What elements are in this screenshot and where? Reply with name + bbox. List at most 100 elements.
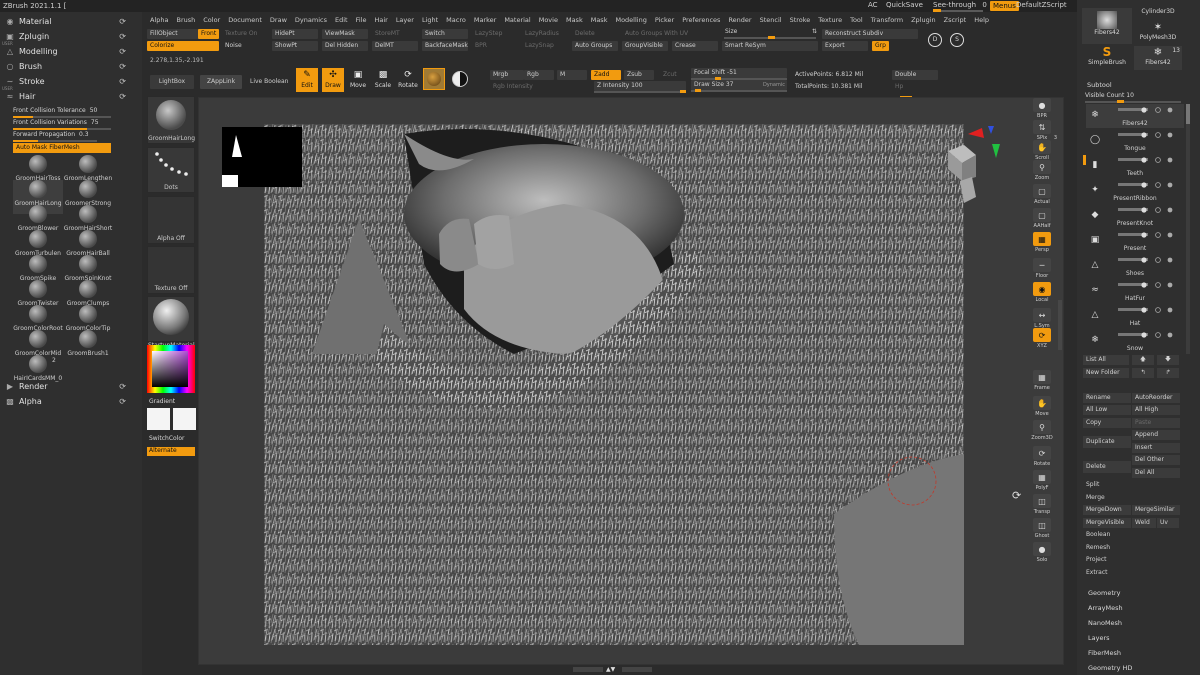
tool-thumb-fibers42[interactable]: Fibers42	[1082, 8, 1132, 44]
see-through-slider[interactable]: See-through 0	[933, 1, 987, 9]
color-ball-button[interactable]	[449, 68, 471, 90]
refresh-icon[interactable]: ⟳	[119, 382, 126, 391]
texture-on-button[interactable]: Texture On	[222, 29, 260, 39]
subtool-toggles[interactable]	[1118, 332, 1178, 338]
draw-size-track[interactable]	[691, 89, 787, 92]
tool-thumb-cylinder3d[interactable]: Cylinder3D	[1134, 8, 1182, 22]
bottom-tray-toggle-icon[interactable]: ▲▼	[606, 666, 620, 673]
menu-dynamics[interactable]: Dynamics	[291, 14, 331, 26]
default-zscript-button[interactable]: DefaultZScript	[1016, 1, 1067, 9]
size-track[interactable]	[724, 36, 816, 39]
menu-stencil[interactable]: Stencil	[756, 14, 786, 26]
refresh-icon[interactable]: ⟳	[119, 92, 126, 101]
menu-document[interactable]: Document	[224, 14, 266, 26]
switch-button[interactable]: Switch	[422, 29, 468, 39]
mergesimilar-button[interactable]: MergeSimilar	[1132, 505, 1180, 515]
hair-param-track[interactable]	[13, 116, 111, 118]
visible-count-slider[interactable]: Visible Count 10	[1085, 92, 1181, 103]
right-shelf-scrollbar[interactable]	[1058, 300, 1062, 350]
subtool-toggles[interactable]	[1118, 257, 1178, 263]
shelf-aahalf-button[interactable]: ▢ AAHalf	[1029, 207, 1055, 233]
delete-button[interactable]: Delete	[1083, 461, 1131, 473]
tool-thumb-polymesh3d[interactable]: ✶ PolyMesh3D	[1134, 22, 1182, 44]
grp-button[interactable]: Grp	[872, 41, 889, 51]
auto-groups-button[interactable]: Auto Groups	[572, 41, 618, 51]
draw-button[interactable]: ✣ Draw	[322, 68, 344, 92]
refresh-icon[interactable]: ⟳	[119, 32, 126, 41]
mergedown-button[interactable]: MergeDown	[1083, 505, 1131, 515]
subtool-tongue[interactable]: ◯ Tongue	[1086, 129, 1184, 153]
rotate-button[interactable]: ⟳ Rotate	[397, 68, 419, 92]
menu-color[interactable]: Color	[199, 14, 224, 26]
rename-button[interactable]: Rename	[1083, 393, 1131, 403]
texture-slot[interactable]: Texture Off	[147, 246, 195, 294]
main-color-swatch[interactable]	[147, 408, 170, 430]
draw-size-slider[interactable]: Draw Size 37 Dynamic	[691, 80, 787, 90]
live-boolean-button[interactable]: Live Boolean	[247, 77, 291, 87]
hair-param-slider-2[interactable]: Front Collision Variations 75	[13, 119, 111, 130]
bpr-transparency-button[interactable]: BPR	[472, 41, 490, 51]
hp-button[interactable]: Hp	[892, 82, 906, 92]
menu-mask-2[interactable]: Mask	[587, 14, 612, 26]
move-button[interactable]: ▣ Move	[347, 68, 369, 92]
sdiv-settings-icon[interactable]: S	[950, 33, 964, 47]
move-down-arrow-icon[interactable]: 🡇	[1157, 355, 1179, 365]
left-tray-hair[interactable]: USER ≈ Hair ⟳	[0, 86, 140, 103]
gradient-label[interactable]: Gradient	[149, 398, 175, 405]
m-button[interactable]: M	[557, 70, 587, 80]
shelf-polyf-button[interactable]: ▦ PolyF	[1029, 469, 1055, 495]
menu-light[interactable]: Light	[418, 14, 442, 26]
menu-hair[interactable]: Hair	[370, 14, 391, 26]
shelf-persp-button[interactable]: ▦ Persp	[1029, 231, 1055, 257]
menu-mask[interactable]: Mask	[562, 14, 587, 26]
hair-param-track[interactable]	[13, 128, 111, 130]
smart-resym-button[interactable]: Smart ReSym	[722, 41, 818, 51]
focal-shift-slider[interactable]: Focal Shift -51	[691, 68, 787, 78]
shelf-frame-button[interactable]: ▦ Frame	[1029, 369, 1055, 395]
menu-edit[interactable]: Edit	[331, 14, 352, 26]
noise-button[interactable]: Noise	[222, 41, 245, 51]
canvas-model-view[interactable]	[264, 124, 964, 645]
brush-groombrush1[interactable]: GroomBrush1	[63, 330, 113, 364]
section-arraymesh[interactable]: ArrayMesh	[1088, 604, 1123, 612]
fillobject-button[interactable]: FillObject	[147, 29, 199, 39]
backfacemask-button[interactable]: BackfaceMask	[422, 41, 468, 51]
z-intensity-slider[interactable]: Z Intensity 100	[594, 81, 686, 91]
subtool-hat[interactable]: △ Hat	[1086, 304, 1184, 328]
subtool-teeth[interactable]: ▮ Teeth	[1086, 154, 1184, 178]
subtool-toggles[interactable]	[1118, 107, 1178, 113]
refresh-icon[interactable]: ⟳	[119, 77, 126, 86]
hair-param-slider-1[interactable]: Front Collision Tolerance 50	[13, 107, 111, 118]
menu-marker[interactable]: Marker	[470, 14, 500, 26]
menu-zplugin[interactable]: Zplugin	[907, 14, 940, 26]
reconstruct-subdiv-button[interactable]: Reconstruct Subdiv	[822, 29, 918, 39]
double-button[interactable]: Double	[892, 70, 938, 80]
crease-button[interactable]: Crease	[672, 41, 718, 51]
menu-preferences[interactable]: Preferences	[678, 14, 724, 26]
material-swatch-button[interactable]	[423, 68, 445, 90]
alpha-slot[interactable]: Alpha Off	[147, 196, 195, 244]
menu-picker[interactable]: Picker	[651, 14, 678, 26]
menus-button[interactable]: Menus	[990, 1, 1019, 11]
reset-rotation-icon[interactable]: ⟳	[1012, 489, 1026, 503]
left-tray-modelling[interactable]: USER △ Modelling ⟳	[0, 41, 140, 58]
shelf-xyz-button[interactable]: ⟳ XYZ	[1029, 327, 1055, 353]
menu-zscript[interactable]: Zscript	[940, 14, 971, 26]
del-other-button[interactable]: Del Other	[1132, 455, 1180, 465]
bottom-scroll-right[interactable]	[622, 667, 652, 672]
showpt-button[interactable]: ShowPt	[272, 41, 318, 51]
left-tray-stroke[interactable]: ∼ Stroke ⟳	[0, 74, 140, 88]
lightbox-button[interactable]: LightBox	[150, 75, 194, 89]
move-top-arrow-icon[interactable]: ↰	[1132, 368, 1154, 378]
see-through-track[interactable]	[933, 9, 983, 12]
dynamic-button[interactable]: Dynamic	[763, 80, 785, 90]
group-visible-button[interactable]: GroupVisible	[622, 41, 668, 51]
menu-render[interactable]: Render	[724, 14, 755, 26]
delmt-button[interactable]: DelMT	[372, 41, 418, 51]
menu-texture[interactable]: Texture	[814, 14, 846, 26]
storemt-button[interactable]: StoreMT	[372, 29, 403, 39]
weld-button[interactable]: Weld	[1132, 518, 1156, 528]
zadd-button[interactable]: Zadd	[591, 70, 621, 80]
subtool-fibers42[interactable]: ❄ Fibers42	[1086, 104, 1184, 128]
menu-layer[interactable]: Layer	[392, 14, 418, 26]
